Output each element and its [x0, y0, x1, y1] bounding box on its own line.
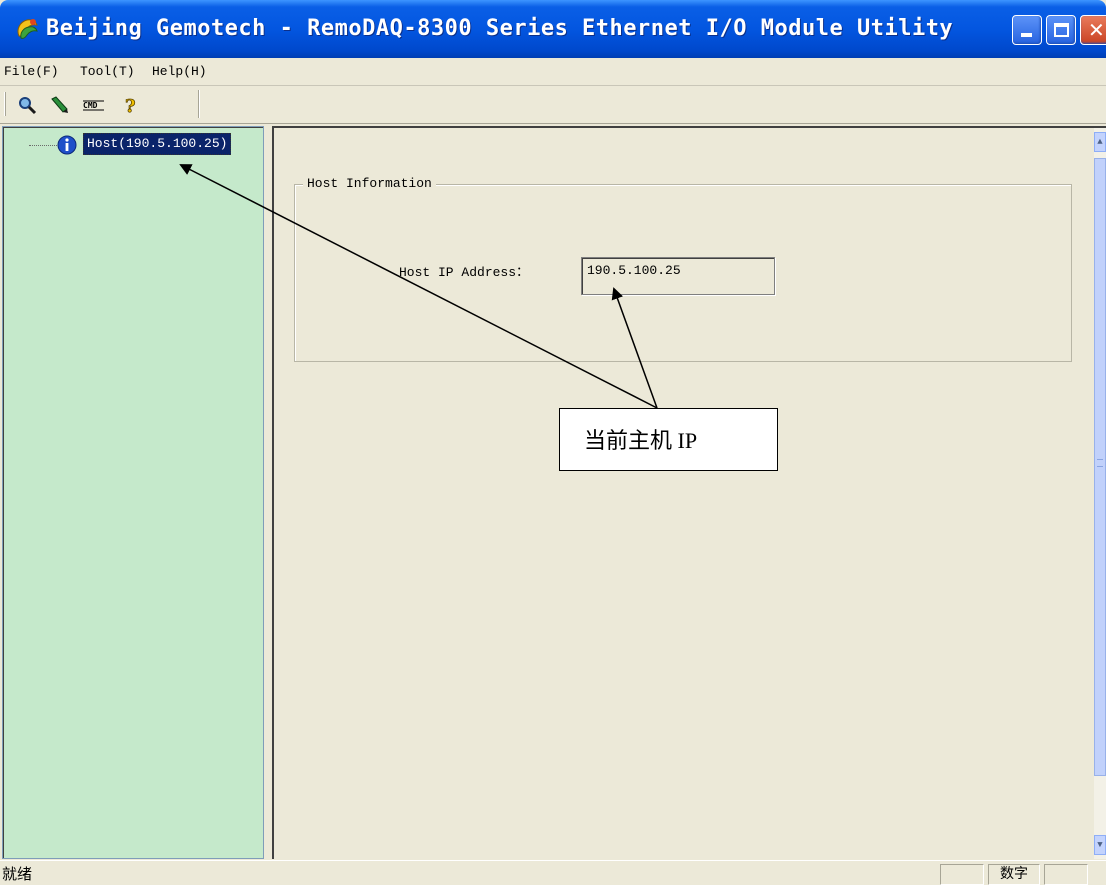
status-text: 就绪	[2, 865, 33, 883]
chevron-up-icon: ▲	[1097, 137, 1103, 147]
chevron-down-icon: ▼	[1097, 840, 1103, 850]
tree-node-host[interactable]: Host(190.5.100.25)	[83, 133, 232, 155]
menu-file[interactable]: File(F)	[2, 63, 61, 81]
info-icon	[57, 135, 77, 155]
scroll-grip	[1097, 459, 1103, 467]
tree-connector	[29, 145, 57, 146]
app-icon	[17, 19, 38, 39]
host-detail-panel: Host Information Host IP Address： 190.5.…	[272, 126, 1106, 859]
minimize-button[interactable]	[1012, 15, 1042, 45]
close-icon: ✕	[1088, 18, 1105, 42]
window-title: Beijing Gemotech - RemoDAQ-8300 Series E…	[46, 16, 954, 41]
minimize-icon	[1021, 33, 1032, 37]
maximize-icon	[1054, 23, 1069, 37]
cmd-button[interactable]: CMD	[82, 94, 106, 116]
host-ip-field[interactable]: 190.5.100.25	[581, 257, 775, 295]
status-bar: 就绪 数字	[0, 860, 1106, 885]
host-ip-label: Host IP Address：	[399, 265, 530, 280]
scroll-thumb[interactable]	[1094, 158, 1106, 776]
toolbar: CMD ?	[0, 86, 1106, 124]
search-icon	[19, 97, 37, 115]
toolbar-separator	[198, 90, 200, 118]
menu-tool[interactable]: Tool(T)	[78, 63, 137, 81]
host-information-group: Host Information Host IP Address： 190.5.…	[294, 176, 1072, 362]
scroll-down-button[interactable]: ▼	[1094, 835, 1106, 855]
vertical-scrollbar[interactable]: ▲ ▼	[1094, 128, 1106, 859]
menu-help[interactable]: Help(H)	[150, 63, 209, 81]
tree-panel[interactable]: Host(190.5.100.25)	[2, 126, 264, 859]
pencil-icon	[51, 96, 68, 113]
annotation-callout: 当前主机 IP	[559, 408, 778, 471]
search-button[interactable]	[16, 94, 40, 116]
status-pane-scroll	[1044, 864, 1088, 885]
menu-bar: File(F) Tool(T) Help(H)	[0, 58, 1106, 86]
status-pane-num: 数字	[988, 864, 1040, 885]
close-button[interactable]: ✕	[1080, 15, 1106, 45]
status-pane-caps	[940, 864, 984, 885]
edit-button[interactable]	[48, 94, 72, 116]
title-bar[interactable]: Beijing Gemotech - RemoDAQ-8300 Series E…	[0, 0, 1106, 58]
scroll-up-button[interactable]: ▲	[1094, 132, 1106, 152]
cmd-icon: CMD	[83, 100, 104, 111]
cmd-icon-label: CMD	[83, 101, 98, 110]
toolbar-grip[interactable]	[4, 92, 6, 116]
help-button[interactable]: ?	[120, 94, 144, 116]
panel-splitter[interactable]	[264, 126, 272, 859]
maximize-button[interactable]	[1046, 15, 1076, 45]
svg-text:?: ?	[125, 96, 136, 116]
help-icon: ?	[125, 96, 136, 116]
group-title: Host Information	[303, 176, 436, 192]
